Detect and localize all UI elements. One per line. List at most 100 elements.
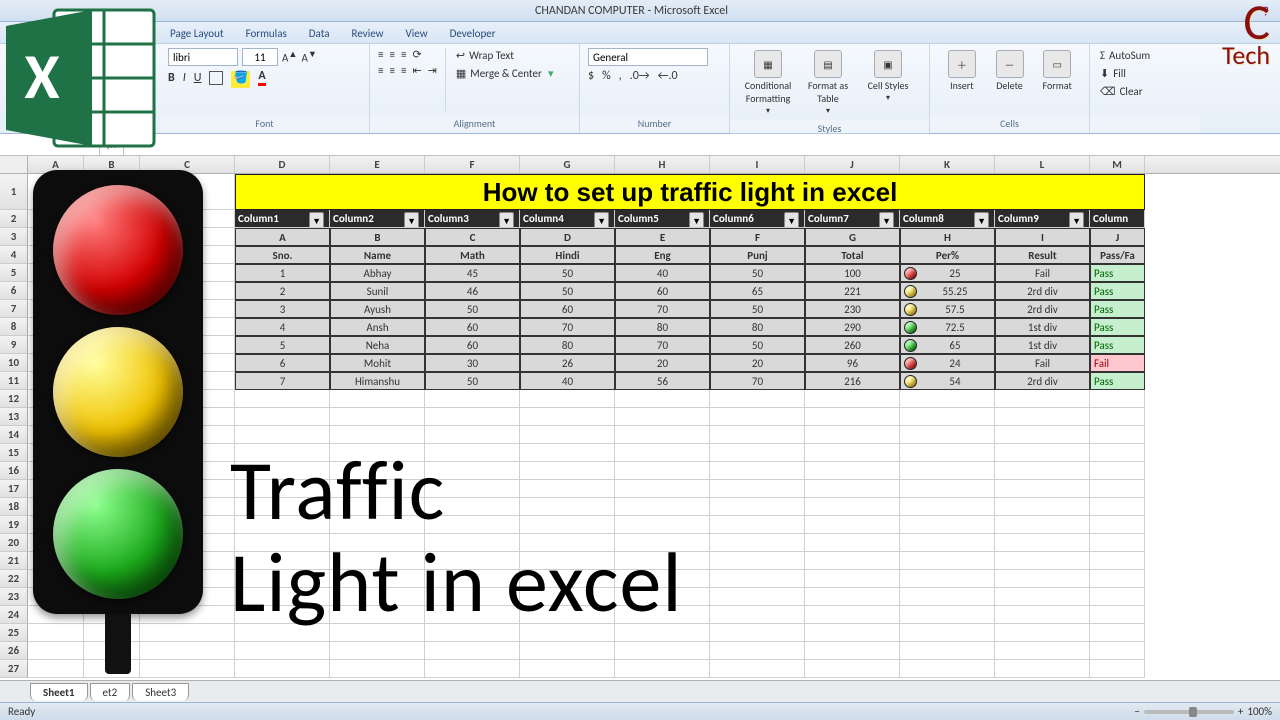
letter-cell[interactable]: J (1090, 228, 1145, 246)
table-column-header[interactable]: Column6▼ (710, 210, 805, 228)
data-cell[interactable]: 80 (520, 336, 615, 354)
subject-header-cell[interactable]: Total (805, 246, 900, 264)
table-column-header[interactable]: Column1▼ (235, 210, 330, 228)
data-cell[interactable]: 50 (520, 282, 615, 300)
data-cell[interactable]: 290 (805, 318, 900, 336)
column-header[interactable]: E (330, 156, 425, 173)
passfail-cell[interactable]: Pass (1090, 336, 1145, 354)
filter-dropdown-icon[interactable]: ▼ (879, 212, 894, 228)
subject-header-cell[interactable]: Sno. (235, 246, 330, 264)
letter-cell[interactable]: I (995, 228, 1090, 246)
subject-header-cell[interactable]: Hindi (520, 246, 615, 264)
sheet-tab-3[interactable]: Sheet3 (132, 683, 189, 701)
result-cell[interactable]: 2rd div (995, 372, 1090, 390)
data-cell[interactable]: 1 (235, 264, 330, 282)
tab-view[interactable]: View (396, 24, 438, 43)
format-as-table-button[interactable]: ▤Format as Table▾ (798, 48, 858, 116)
filter-dropdown-icon[interactable]: ▼ (689, 212, 704, 228)
data-cell[interactable]: 50 (710, 300, 805, 318)
letter-cell[interactable]: F (710, 228, 805, 246)
subject-header-cell[interactable]: Name (330, 246, 425, 264)
data-cell[interactable]: 6 (235, 354, 330, 372)
indent-inc-icon[interactable]: ⇥ (428, 64, 437, 77)
column-header[interactable]: J (805, 156, 900, 173)
sheet-tab-1[interactable]: Sheet1 (30, 683, 88, 701)
table-column-header[interactable]: Column▼ (1090, 210, 1145, 228)
column-header[interactable]: M (1090, 156, 1145, 173)
percent-cell[interactable]: 55.25 (900, 282, 995, 300)
table-column-header[interactable]: Column5▼ (615, 210, 710, 228)
autosum-button[interactable]: ΣAutoSum (1098, 48, 1152, 63)
data-cell[interactable]: 60 (520, 300, 615, 318)
data-cell[interactable]: 100 (805, 264, 900, 282)
decrease-decimal-button[interactable]: ←.0 (658, 69, 678, 83)
table-column-header[interactable]: Column9▼ (995, 210, 1090, 228)
percent-cell[interactable]: 24 (900, 354, 995, 372)
font-name-input[interactable] (168, 48, 238, 66)
merge-center-button[interactable]: ▦Merge & Center▾ (454, 66, 558, 81)
font-size-input[interactable] (242, 48, 278, 66)
data-cell[interactable]: Himanshu (330, 372, 425, 390)
data-cell[interactable]: 40 (520, 372, 615, 390)
cell-styles-button[interactable]: ▣Cell Styles▾ (858, 48, 918, 103)
data-cell[interactable]: 46 (425, 282, 520, 300)
filter-dropdown-icon[interactable]: ▼ (594, 212, 609, 228)
data-cell[interactable]: 80 (710, 318, 805, 336)
zoom-out-button[interactable]: − (1134, 705, 1139, 718)
data-cell[interactable]: Sunil (330, 282, 425, 300)
data-cell[interactable]: 5 (235, 336, 330, 354)
accounting-button[interactable]: $ (588, 69, 594, 83)
tab-review[interactable]: Review (342, 24, 394, 43)
data-cell[interactable]: 7 (235, 372, 330, 390)
filter-dropdown-icon[interactable]: ▼ (404, 212, 419, 228)
filter-dropdown-icon[interactable]: ▼ (499, 212, 514, 228)
data-cell[interactable]: Neha (330, 336, 425, 354)
table-column-header[interactable]: Column7▼ (805, 210, 900, 228)
comma-button[interactable]: , (619, 69, 622, 83)
data-cell[interactable]: 221 (805, 282, 900, 300)
align-top-icon[interactable]: ≡ (378, 48, 383, 61)
column-header[interactable]: I (710, 156, 805, 173)
data-cell[interactable]: Abhay (330, 264, 425, 282)
data-cell[interactable]: 2 (235, 282, 330, 300)
data-cell[interactable]: 20 (710, 354, 805, 372)
percent-cell[interactable]: 72.5 (900, 318, 995, 336)
percent-cell[interactable]: 57.5 (900, 300, 995, 318)
filter-dropdown-icon[interactable]: ▼ (974, 212, 989, 228)
number-format-input[interactable] (588, 48, 708, 66)
table-column-header[interactable]: Column4▼ (520, 210, 615, 228)
data-cell[interactable]: 40 (615, 264, 710, 282)
tab-developer[interactable]: Developer (440, 24, 506, 43)
result-cell[interactable]: 2rd div (995, 300, 1090, 318)
column-header[interactable]: G (520, 156, 615, 173)
passfail-cell[interactable]: Pass (1090, 282, 1145, 300)
data-cell[interactable]: 60 (615, 282, 710, 300)
subject-header-cell[interactable]: Punj (710, 246, 805, 264)
data-cell[interactable]: 80 (615, 318, 710, 336)
letter-cell[interactable]: E (615, 228, 710, 246)
table-column-header[interactable]: Column2▼ (330, 210, 425, 228)
percent-cell[interactable]: 54 (900, 372, 995, 390)
decrease-font-icon[interactable]: A▼ (301, 49, 316, 65)
subject-header-cell[interactable]: Math (425, 246, 520, 264)
sheet-tab-2[interactable]: et2 (90, 683, 131, 701)
increase-decimal-button[interactable]: .0→ (630, 69, 650, 83)
tab-data[interactable]: Data (299, 24, 340, 43)
data-cell[interactable]: 4 (235, 318, 330, 336)
underline-button[interactable]: U (194, 71, 202, 85)
bold-button[interactable]: B (168, 71, 175, 85)
filter-dropdown-icon[interactable]: ▼ (1069, 212, 1084, 228)
result-cell[interactable]: 1st div (995, 336, 1090, 354)
data-cell[interactable]: 20 (615, 354, 710, 372)
data-cell[interactable]: Ayush (330, 300, 425, 318)
letter-cell[interactable]: A (235, 228, 330, 246)
data-cell[interactable]: 70 (710, 372, 805, 390)
data-cell[interactable]: 50 (425, 372, 520, 390)
passfail-cell[interactable]: Fail (1090, 354, 1145, 372)
border-button[interactable] (209, 71, 223, 85)
indent-dec-icon[interactable]: ⇤ (412, 64, 421, 77)
zoom-slider[interactable] (1144, 710, 1234, 714)
data-cell[interactable]: 30 (425, 354, 520, 372)
align-bottom-icon[interactable]: ≡ (401, 48, 406, 61)
tab-page-layout[interactable]: Page Layout (160, 24, 234, 43)
